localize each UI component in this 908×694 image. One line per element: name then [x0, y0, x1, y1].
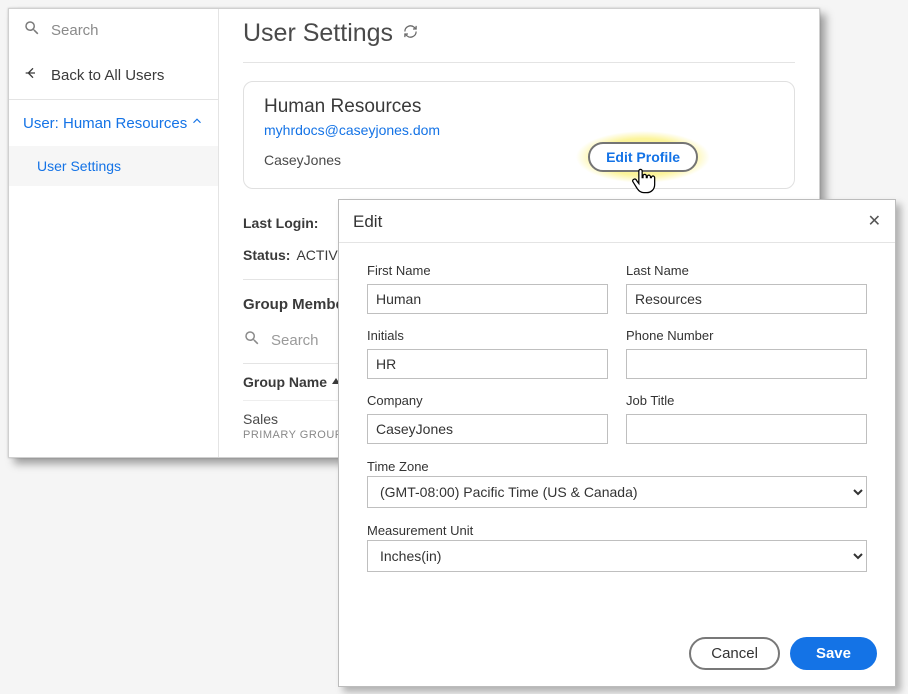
- group-search-placeholder: Search: [271, 332, 319, 349]
- cancel-button[interactable]: Cancel: [689, 637, 780, 670]
- group-name-column: Group Name: [243, 374, 327, 390]
- job-title-field[interactable]: [626, 414, 867, 444]
- modal-body: First Name Last Name Initials Phone Numb…: [339, 243, 895, 627]
- last-name-field[interactable]: [626, 284, 867, 314]
- page-title-row: User Settings: [243, 19, 795, 63]
- save-button[interactable]: Save: [790, 637, 877, 670]
- sidebar-user-header-label: User: Human Resources: [23, 115, 187, 132]
- measurement-label: Measurement Unit: [367, 523, 473, 538]
- page-title: User Settings: [243, 19, 393, 48]
- last-login-label: Last Login:: [243, 215, 318, 231]
- last-name-label: Last Name: [626, 263, 867, 278]
- sidebar-item-user-settings[interactable]: User Settings: [9, 146, 218, 186]
- edit-profile-modal: Edit ✕ First Name Last Name Initials Pho…: [338, 199, 896, 687]
- measurement-select[interactable]: Inches(in): [367, 540, 867, 572]
- search-icon: [23, 19, 51, 41]
- back-to-all-users[interactable]: Back to All Users: [9, 51, 218, 100]
- status-label: Status:: [243, 247, 290, 263]
- company-field[interactable]: [367, 414, 608, 444]
- profile-name: Human Resources: [264, 96, 774, 118]
- first-name-field[interactable]: [367, 284, 608, 314]
- profile-card: Human Resources myhrdocs@caseyjones.dom …: [243, 81, 795, 189]
- initials-label: Initials: [367, 328, 608, 343]
- timezone-label: Time Zone: [367, 459, 429, 474]
- phone-field[interactable]: [626, 349, 867, 379]
- cursor-hand-icon: [629, 166, 657, 201]
- refresh-icon[interactable]: [403, 24, 418, 44]
- first-name-label: First Name: [367, 263, 608, 278]
- sidebar-user-header[interactable]: User: Human Resources: [9, 100, 218, 146]
- company-label: Company: [367, 393, 608, 408]
- arrow-left-icon: [23, 65, 51, 85]
- modal-footer: Cancel Save: [339, 627, 895, 686]
- edit-profile-wrapper: Edit Profile: [588, 142, 698, 172]
- search-icon: [243, 329, 271, 351]
- chevron-up-icon: [190, 114, 204, 132]
- sidebar: Search Back to All Users User: Human Res…: [9, 9, 219, 457]
- sidebar-item-label: User Settings: [37, 158, 121, 174]
- job-title-label: Job Title: [626, 393, 867, 408]
- close-icon[interactable]: ✕: [868, 214, 881, 230]
- search-placeholder: Search: [51, 22, 99, 39]
- phone-label: Phone Number: [626, 328, 867, 343]
- timezone-select[interactable]: (GMT-08:00) Pacific Time (US & Canada): [367, 476, 867, 508]
- modal-header: Edit ✕: [339, 200, 895, 243]
- back-label: Back to All Users: [51, 67, 164, 84]
- sidebar-search[interactable]: Search: [9, 9, 218, 51]
- modal-title: Edit: [353, 212, 382, 232]
- initials-field[interactable]: [367, 349, 608, 379]
